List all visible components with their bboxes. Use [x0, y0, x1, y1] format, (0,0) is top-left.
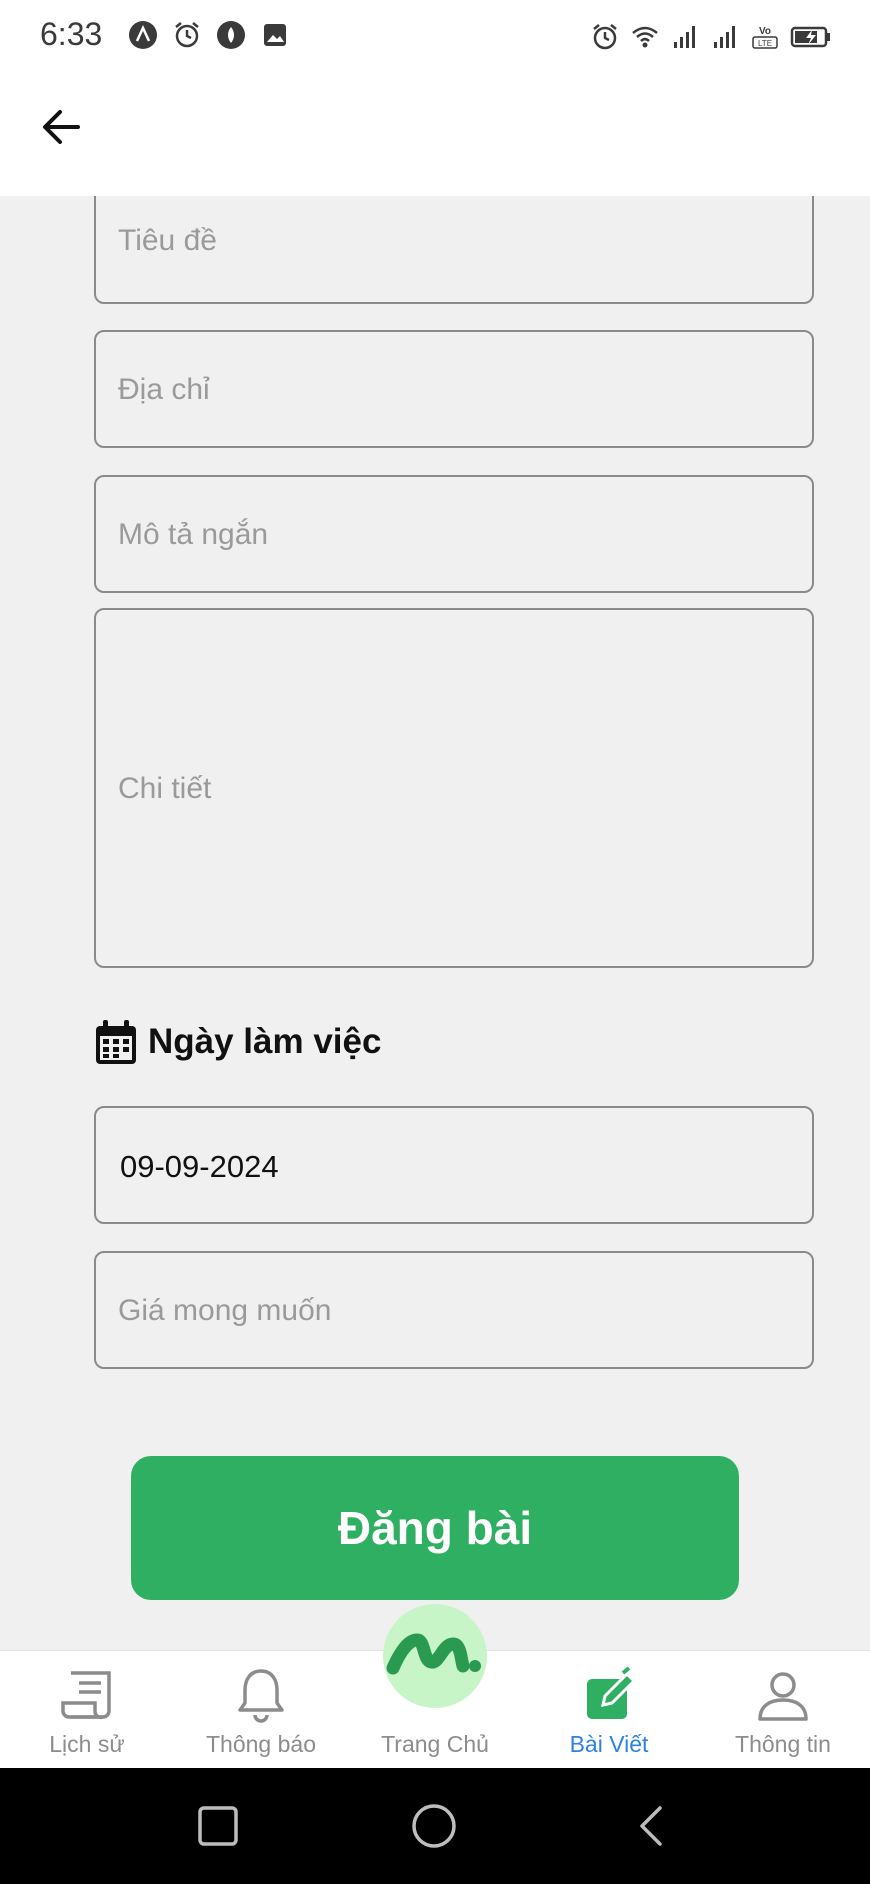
title-field[interactable]: Tiêu đề: [94, 196, 814, 304]
svg-text:Vo: Vo: [759, 26, 771, 37]
alarm-icon: [175, 22, 199, 48]
detail-placeholder: Chi tiết: [118, 772, 212, 805]
status-right-icons: Vo LTE: [590, 20, 832, 54]
nav-label-posts: Bài Viết: [569, 1731, 649, 1757]
history-icon: [61, 1671, 111, 1720]
work-date-heading: Ngày làm việc: [94, 1019, 381, 1065]
address-placeholder: Địa chỉ: [118, 373, 210, 406]
alarm-icon: [593, 24, 617, 50]
signal-icon: [674, 26, 695, 48]
edit-post-icon: [587, 1666, 637, 1719]
submit-post-button[interactable]: Đăng bài: [131, 1456, 739, 1600]
home-logo-icon: [386, 1633, 481, 1675]
address-field[interactable]: Địa chỉ: [94, 330, 814, 448]
nav-item-notifications[interactable]: Thông báo: [174, 1651, 348, 1769]
back-button[interactable]: [36, 100, 90, 154]
volte-icon: Vo LTE: [752, 26, 778, 49]
work-date-field[interactable]: 09-09-2024: [94, 1106, 814, 1224]
back-triangle-icon: [640, 1806, 662, 1846]
expected-price-placeholder: Giá mong muốn: [118, 1294, 332, 1327]
image-icon: [264, 24, 286, 46]
svg-text:LTE: LTE: [758, 39, 772, 48]
wifi-icon: [632, 26, 658, 48]
nav-item-posts[interactable]: Bài Viết: [522, 1651, 696, 1769]
calendar-icon: [96, 1020, 136, 1064]
nav-label-profile: Thông tin: [735, 1731, 831, 1757]
nav-item-profile[interactable]: Thông tin: [696, 1651, 870, 1769]
android-icon: [129, 21, 157, 49]
bell-icon: [238, 1669, 284, 1723]
detail-textarea[interactable]: Chi tiết: [94, 608, 814, 968]
recents-button[interactable]: [190, 1798, 246, 1854]
system-navigation-bar: [0, 1768, 870, 1884]
battery-charging-icon: [790, 26, 830, 48]
work-date-value: 09-09-2024: [120, 1149, 279, 1184]
nav-item-history[interactable]: Lịch sử: [0, 1651, 174, 1769]
home-circle-icon: [412, 1804, 456, 1848]
system-home-button[interactable]: [406, 1798, 462, 1854]
nav-label-notifications: Thông báo: [206, 1731, 316, 1757]
vpn-icon: [217, 21, 245, 49]
signal-icon: [714, 26, 735, 48]
status-bar: 6:33 Vo LTE: [0, 0, 870, 76]
post-form: Tiêu đề Địa chỉ Mô tả ngắn Chi tiết Ngày…: [0, 196, 870, 1650]
short-description-placeholder: Mô tả ngắn: [118, 518, 269, 551]
profile-icon: [758, 1672, 808, 1721]
status-time: 6:33: [40, 16, 103, 52]
title-placeholder: Tiêu đề: [118, 224, 217, 257]
work-date-title: Ngày làm việc: [148, 1022, 382, 1061]
short-description-field[interactable]: Mô tả ngắn: [94, 475, 814, 593]
app-bar: [0, 76, 870, 196]
system-back-button[interactable]: [624, 1798, 680, 1854]
expected-price-field[interactable]: Giá mong muốn: [94, 1251, 814, 1369]
status-left-icons: [128, 20, 290, 54]
home-fab-button[interactable]: [383, 1604, 487, 1708]
recents-icon: [198, 1806, 238, 1846]
nav-label-history: Lịch sử: [49, 1731, 125, 1757]
nav-label-home: Trang Chủ: [381, 1731, 489, 1757]
arrow-left-icon: [43, 110, 80, 144]
